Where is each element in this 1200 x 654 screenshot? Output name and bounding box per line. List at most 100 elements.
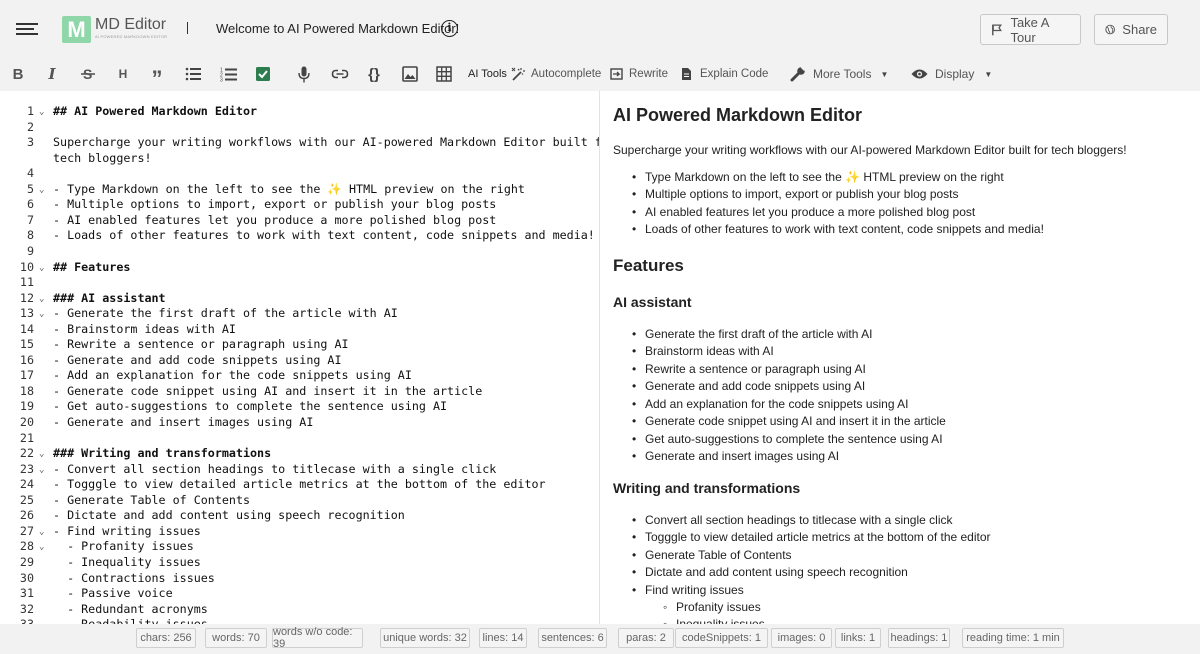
editor-line[interactable]: 26 - Dictate and add content using speech… <box>0 507 599 523</box>
editor-line[interactable]: 4 <box>0 165 599 181</box>
editor-line[interactable]: tech bloggers! <box>0 150 599 166</box>
rewrite-button[interactable]: Rewrite <box>610 64 668 84</box>
editor-line[interactable]: 25 - Generate Table of Contents <box>0 492 599 508</box>
editor-line-text: ### AI assistant <box>53 290 166 305</box>
metric-badge: chars: 256 <box>136 628 196 648</box>
logo-mark: M <box>62 16 91 43</box>
editor-line[interactable]: 13 ⌄ - Generate the first draft of the art… <box>0 305 599 321</box>
editor-line[interactable]: 23 ⌄ - Convert all section headings to tit… <box>0 461 599 477</box>
image-button[interactable] <box>401 64 418 84</box>
display-dropdown[interactable]: Display ▼ <box>911 64 992 84</box>
link-button[interactable] <box>330 64 349 84</box>
share-label: Share <box>1122 22 1157 37</box>
flag-icon <box>992 23 1002 35</box>
editor-line-text: - Profanity issues <box>53 539 194 554</box>
line-number: 6 <box>26 197 34 212</box>
italic-button[interactable]: I <box>44 64 60 84</box>
editor-line-text: tech bloggers! <box>53 150 152 165</box>
editor-line[interactable]: 15 - Rewrite a sentence or paragraph usin… <box>0 336 599 352</box>
editor-line-text: - Add an explanation for the code snippe… <box>53 368 412 383</box>
editor-line[interactable]: 12 ⌄ ### AI assistant <box>0 290 599 306</box>
editor-line-text: - Generate Table of Contents <box>53 492 251 507</box>
editor-line[interactable]: 31 - Passive voice <box>0 585 599 601</box>
preview-list-item: Generate the first draft of the article … <box>632 327 872 341</box>
editor-line[interactable]: 2 <box>0 119 599 135</box>
line-number: 24 <box>19 477 34 492</box>
metric-badge: reading time: 1 min <box>962 628 1064 648</box>
magic-wand-icon <box>511 67 525 81</box>
more-tools-dropdown[interactable]: More Tools ▼ <box>790 64 888 84</box>
bullet-list-button[interactable] <box>184 64 202 84</box>
editor-line[interactable]: 7 - AI enabled features let you produce a… <box>0 212 599 228</box>
take-a-tour-button[interactable]: Take A Tour <box>980 14 1081 45</box>
heading-button[interactable]: H <box>116 64 130 84</box>
editor-line-text: - Readability issues <box>53 616 208 624</box>
quote-button[interactable]: ” <box>149 64 165 91</box>
editor-line[interactable]: 11 <box>0 274 599 290</box>
app-header: M MD Editor AI POWERED MARKDOWN EDITOR W… <box>0 0 1200 58</box>
editor-line[interactable]: 6 - Multiple options to import, export or… <box>0 196 599 212</box>
code-block-button[interactable]: {} <box>364 64 384 84</box>
editor-line-text: - Redundant acronyms <box>53 601 208 616</box>
link-icon <box>331 69 348 79</box>
editor-line[interactable]: 22 ⌄ ### Writing and transformations <box>0 445 599 461</box>
metric-badge: paras: 2 <box>618 628 674 648</box>
metric-badge: images: 0 <box>771 628 832 648</box>
app-logo[interactable]: M MD Editor AI POWERED MARKDOWN EDITOR <box>62 16 167 43</box>
preview-list-item: Togggle to view detailed article metrics… <box>632 530 990 544</box>
preview-ai-assistant-heading: AI assistant <box>613 294 692 310</box>
editor-line[interactable]: 30 - Contractions issues <box>0 570 599 586</box>
editor-line[interactable]: 17 - Add an explanation for the code snip… <box>0 367 599 383</box>
line-number: 9 <box>26 243 34 258</box>
editor-line[interactable]: 24 - Togggle to view detailed article met… <box>0 476 599 492</box>
editor-line[interactable]: 29 - Inequality issues <box>0 554 599 570</box>
editor-line[interactable]: 18 - Generate code snippet using AI and i… <box>0 383 599 399</box>
editor-line-text: - Generate code snippet using AI and ins… <box>53 383 483 398</box>
hamburger-menu-icon[interactable] <box>16 20 38 38</box>
microphone-button[interactable] <box>296 64 312 84</box>
preview-list-item: Find writing issues <box>632 583 744 597</box>
editor-line[interactable]: 27 ⌄ - Find writing issues <box>0 523 599 539</box>
editor-line-text: - Passive voice <box>53 586 173 601</box>
line-number: 33 <box>0 616 34 624</box>
editor-line[interactable]: 9 <box>0 243 599 259</box>
editor-line-text: - Generate and add code snippets using A… <box>53 352 342 367</box>
editor-line[interactable]: 28 ⌄ - Profanity issues <box>0 538 599 554</box>
editor-line[interactable]: 10 ⌄ ## Features <box>0 259 599 275</box>
editor-line-text: - AI enabled features let you produce a … <box>53 212 497 227</box>
editor-line[interactable]: 16 - Generate and add code snippets using… <box>0 352 599 368</box>
strikethrough-button[interactable]: S <box>79 64 97 84</box>
bold-button[interactable]: B <box>10 64 26 84</box>
explain-code-button[interactable]: Explain Code <box>681 64 768 84</box>
line-number: 1 <box>26 104 34 118</box>
markdown-editor[interactable]: 1 ⌄ ## AI Powered Markdown Editor 2 3 Superch… <box>0 91 600 624</box>
editor-line[interactable]: 1 ⌄ ## AI Powered Markdown Editor <box>0 103 599 119</box>
editor-line[interactable]: 3 Supercharge your writing workflows with… <box>0 134 599 150</box>
editor-line[interactable]: 32 - Redundant acronyms <box>0 601 599 617</box>
line-number: 13 <box>19 306 34 321</box>
editor-line-text: - Brainstorm ideas with AI <box>53 321 236 336</box>
display-label: Display <box>935 67 975 81</box>
document-icon <box>682 68 691 80</box>
editor-line[interactable]: 5 ⌄ - Type Markdown on the left to see the… <box>0 181 599 197</box>
info-icon[interactable]: i <box>441 20 458 37</box>
table-button[interactable] <box>435 64 453 84</box>
editor-line-text: ## Features <box>53 259 131 274</box>
document-title[interactable]: Welcome to AI Powered Markdown Editor! <box>216 21 459 36</box>
numbered-list-button[interactable]: 123 <box>219 64 237 84</box>
line-number: 2 <box>26 119 34 134</box>
editor-line[interactable]: 21 <box>0 430 599 446</box>
task-list-button[interactable] <box>254 64 272 84</box>
editor-line[interactable]: 20 - Generate and insert images using AI <box>0 414 599 430</box>
editor-line[interactable]: 8 - Loads of other features to work with … <box>0 227 599 243</box>
editor-line[interactable]: 33 - Readability issues <box>0 616 599 624</box>
editor-line[interactable]: 19 - Get auto-suggestions to complete the… <box>0 398 599 414</box>
chevron-down-icon: ▼ <box>880 69 889 79</box>
metric-badge: links: 1 <box>835 628 881 648</box>
autocomplete-button[interactable]: Autocomplete <box>511 64 601 84</box>
preview-list-item: Multiple options to import, export or pu… <box>632 187 958 201</box>
editor-line[interactable]: 14 - Brainstorm ideas with AI <box>0 321 599 337</box>
share-button[interactable]: Share <box>1094 14 1168 45</box>
chevron-down-icon: ▼ <box>984 69 993 79</box>
take-a-tour-label: Take A Tour <box>1010 14 1049 45</box>
